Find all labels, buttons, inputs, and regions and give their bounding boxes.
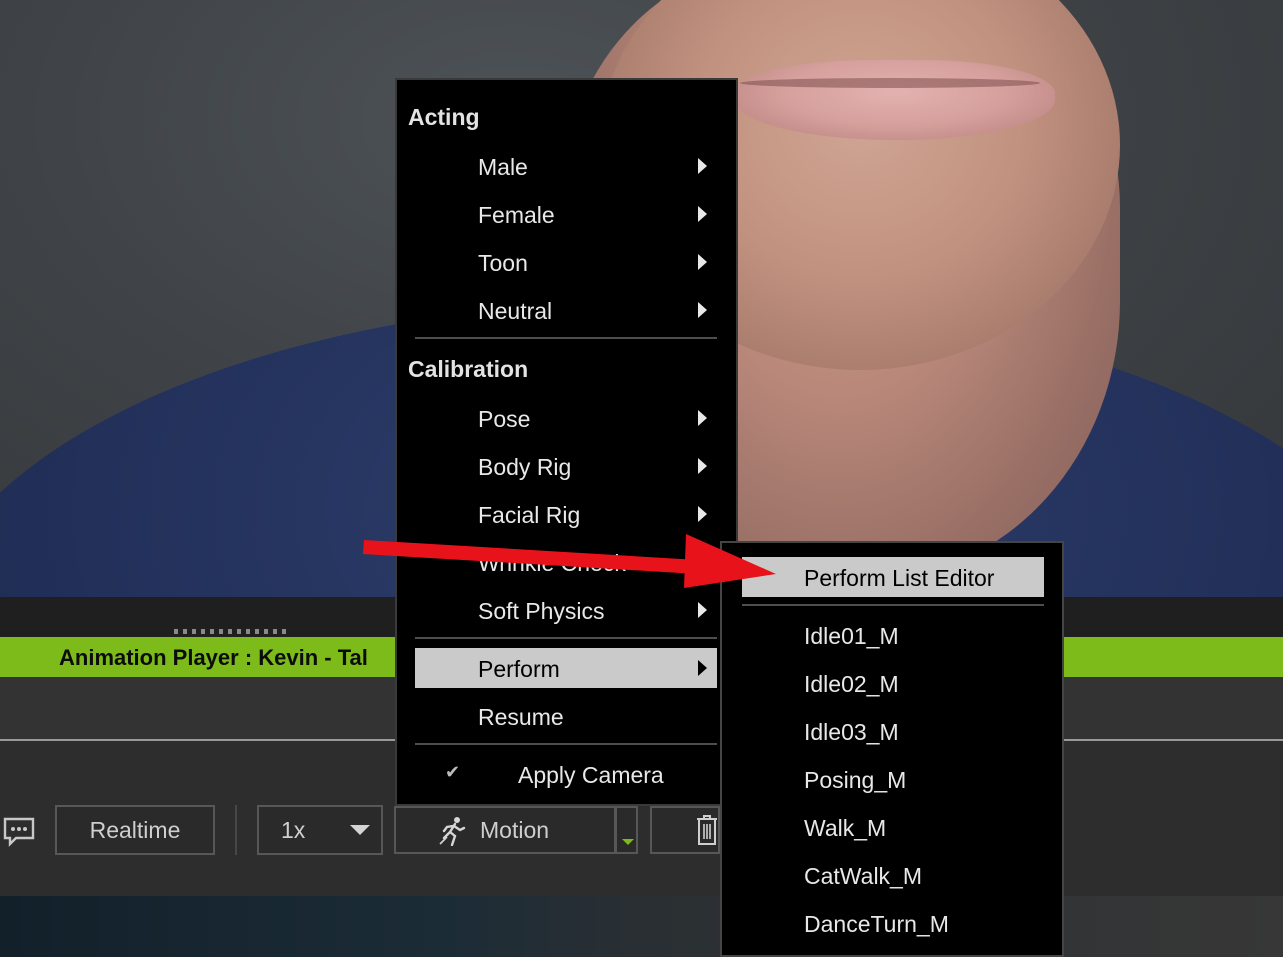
submenu-item-danceturn[interactable]: DanceTurn_M [742, 903, 1044, 943]
running-figure-icon [439, 817, 466, 846]
toolbar-separator [235, 805, 237, 855]
menu-divider [415, 637, 717, 639]
perform-submenu: Perform List Editor Idle01_M Idle02_M Id… [720, 541, 1064, 957]
menu-item-toon[interactable]: Toon [415, 242, 717, 282]
realtime-label: Realtime [89, 816, 181, 843]
menu-item-label: Facial Rig [478, 502, 581, 528]
chevron-right-icon [698, 206, 707, 222]
chevron-right-icon [698, 506, 707, 522]
submenu-item-perform-list-editor[interactable]: Perform List Editor [742, 557, 1044, 597]
menu-item-body-rig[interactable]: Body Rig [415, 446, 717, 486]
submenu-item-catwalk[interactable]: CatWalk_M [742, 855, 1044, 895]
character-lip-line [740, 78, 1040, 88]
motion-context-menu: Acting Male Female Toon Neutral Calibrat… [395, 78, 738, 806]
chevron-right-icon [698, 254, 707, 270]
menu-item-apply-camera[interactable]: ✔ Apply Camera [415, 754, 717, 794]
submenu-item-idle03[interactable]: Idle03_M [742, 711, 1044, 751]
submenu-item-idle02[interactable]: Idle02_M [742, 663, 1044, 703]
character-lips [735, 60, 1055, 140]
motion-label: Motion [480, 816, 550, 843]
realtime-button[interactable]: Realtime [55, 805, 215, 855]
animation-player-title: Animation Player : Kevin - Tal [59, 645, 368, 670]
chevron-right-icon [698, 158, 707, 174]
menu-item-label: Female [478, 202, 555, 228]
resize-grip[interactable] [174, 629, 290, 634]
menu-item-label: Apply Camera [518, 762, 664, 788]
annotation-arrow-icon [363, 534, 776, 588]
menu-header-acting: Acting [408, 104, 480, 130]
menu-header-calibration: Calibration [408, 356, 529, 382]
chevron-right-icon [698, 410, 707, 426]
menu-item-pose[interactable]: Pose [415, 398, 717, 438]
checkmark-icon: ✔ [445, 762, 461, 782]
chevron-down-icon [350, 825, 370, 835]
menu-item-neutral[interactable]: Neutral [415, 290, 717, 330]
speed-value: 1x [281, 816, 306, 843]
menu-item-resume[interactable]: Resume [415, 696, 717, 736]
menu-divider [742, 604, 1044, 606]
dropdown-arrow-icon [622, 839, 634, 845]
menu-item-label: Male [478, 154, 528, 180]
menu-item-facial-rig[interactable]: Facial Rig [415, 494, 717, 534]
motion-button[interactable]: Motion [394, 806, 616, 854]
menu-item-soft-physics[interactable]: Soft Physics [415, 590, 717, 630]
motion-dropdown-toggle[interactable] [616, 806, 638, 854]
submenu-item-label: Idle01_M [804, 623, 899, 649]
submenu-item-label: Walk_M [804, 815, 887, 841]
menu-item-label: Body Rig [478, 454, 572, 480]
submenu-item-label: Idle02_M [804, 671, 899, 697]
trash-icon [697, 815, 717, 845]
submenu-item-posing[interactable]: Posing_M [742, 759, 1044, 799]
chevron-right-icon [698, 660, 707, 676]
menu-divider [415, 743, 717, 745]
submenu-item-label: DanceTurn_M [804, 911, 949, 937]
menu-item-female[interactable]: Female [415, 194, 717, 234]
chevron-right-icon [698, 302, 707, 318]
menu-item-label: Toon [478, 250, 528, 276]
menu-item-label: Soft Physics [478, 598, 605, 624]
menu-item-label: Neutral [478, 298, 553, 324]
menu-item-male[interactable]: Male [415, 146, 717, 186]
submenu-item-label: CatWalk_M [804, 863, 922, 889]
menu-divider [415, 337, 717, 339]
chevron-right-icon [698, 602, 707, 618]
chevron-right-icon [698, 458, 707, 474]
menu-item-perform[interactable]: Perform [415, 648, 717, 688]
submenu-item-label: Perform List Editor [804, 565, 995, 591]
bottom-strip [0, 896, 1283, 957]
menu-item-label: Pose [478, 406, 531, 432]
submenu-item-label: Posing_M [804, 767, 907, 793]
submenu-item-idle01[interactable]: Idle01_M [742, 615, 1044, 655]
chat-icon[interactable] [2, 814, 36, 848]
submenu-item-label: Idle03_M [804, 719, 899, 745]
menu-item-label: Resume [478, 704, 564, 730]
menu-item-label: Perform [478, 656, 560, 682]
submenu-item-walk[interactable]: Walk_M [742, 807, 1044, 847]
